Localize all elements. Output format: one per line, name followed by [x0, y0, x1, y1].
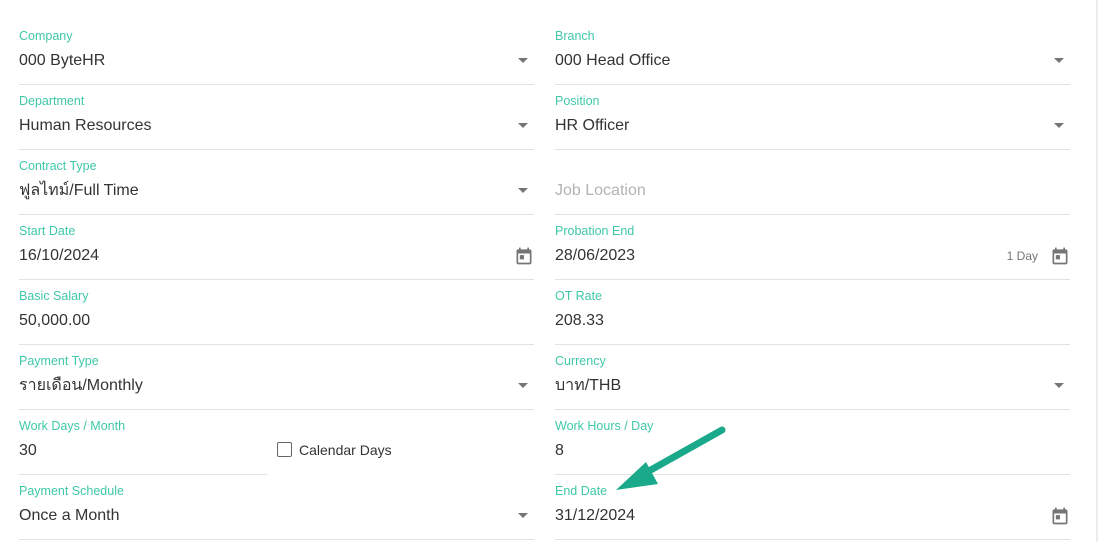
probation-end-label: Probation End	[555, 224, 635, 238]
end-date-value: 31/12/2024	[555, 507, 636, 524]
start-date-value: 16/10/2024	[19, 247, 100, 264]
branch-label: Branch	[555, 29, 595, 43]
currency-select[interactable]: Currency บาท/THB	[555, 353, 1070, 410]
work-hours-day-value: 8	[555, 442, 564, 459]
payment-type-label: Payment Type	[19, 354, 99, 368]
caret-down-icon[interactable]	[1054, 383, 1064, 388]
department-select[interactable]: Department Human Resources	[19, 93, 534, 150]
caret-down-icon[interactable]	[1054, 123, 1064, 128]
caret-down-icon[interactable]	[518, 513, 528, 518]
caret-down-icon[interactable]	[518, 58, 528, 63]
payment-type-select[interactable]: Payment Type รายเดือน/Monthly	[19, 353, 534, 410]
job-location-placeholder: Job Location	[555, 182, 646, 199]
work-days-month-label: Work Days / Month	[19, 419, 126, 433]
payment-type-value: รายเดือน/Monthly	[19, 377, 143, 394]
caret-down-icon[interactable]	[518, 383, 528, 388]
probation-end-field[interactable]: Probation End 28/06/2023 1 Day	[555, 223, 1070, 280]
start-date-label: Start Date	[19, 224, 76, 238]
payment-schedule-label: Payment Schedule	[19, 484, 124, 498]
checkbox-box[interactable]	[277, 442, 292, 457]
department-value: Human Resources	[19, 117, 152, 134]
currency-label: Currency	[555, 354, 606, 368]
branch-select[interactable]: Branch 000 Head Office	[555, 28, 1070, 85]
payment-schedule-select[interactable]: Payment Schedule Once a Month	[19, 483, 534, 540]
work-days-month-value: 30	[19, 442, 37, 459]
contract-type-label: Contract Type	[19, 159, 97, 173]
calendar-days-label: Calendar Days	[299, 442, 392, 458]
contract-type-value: ฟูลไทม์/Full Time	[19, 182, 139, 199]
arrow-icon	[616, 426, 726, 490]
contract-type-select[interactable]: Contract Type ฟูลไทม์/Full Time	[19, 158, 534, 215]
payment-schedule-value: Once a Month	[19, 507, 120, 524]
branch-value: 000 Head Office	[555, 52, 671, 69]
position-label: Position	[555, 94, 600, 108]
caret-down-icon[interactable]	[518, 188, 528, 193]
ot-rate-input[interactable]: OT Rate 208.33	[555, 288, 1070, 345]
start-date-field[interactable]: Start Date 16/10/2024	[19, 223, 534, 280]
ot-rate-label: OT Rate	[555, 289, 603, 303]
probation-end-value: 28/06/2023	[555, 247, 636, 264]
position-select[interactable]: Position HR Officer	[555, 93, 1070, 150]
calendar-icon[interactable]	[514, 246, 534, 266]
job-location-input[interactable]: Job Location	[555, 158, 1070, 215]
caret-down-icon[interactable]	[518, 123, 528, 128]
company-value: 000 ByteHR	[19, 52, 106, 69]
company-label: Company	[19, 29, 73, 43]
basic-salary-label: Basic Salary	[19, 289, 89, 303]
probation-duration: 1 Day	[1006, 249, 1038, 263]
work-days-month-input[interactable]: Work Days / Month 30	[19, 418, 267, 475]
caret-down-icon[interactable]	[1054, 58, 1064, 63]
company-select[interactable]: Company 000 ByteHR	[19, 28, 534, 85]
department-label: Department	[19, 94, 85, 108]
calendar-icon[interactable]	[1050, 246, 1070, 266]
ot-rate-value: 208.33	[555, 312, 604, 329]
calendar-icon[interactable]	[1050, 506, 1070, 526]
position-value: HR Officer	[555, 117, 630, 134]
basic-salary-input[interactable]: Basic Salary 50,000.00	[19, 288, 534, 345]
currency-value: บาท/THB	[555, 377, 622, 394]
basic-salary-value: 50,000.00	[19, 312, 91, 329]
